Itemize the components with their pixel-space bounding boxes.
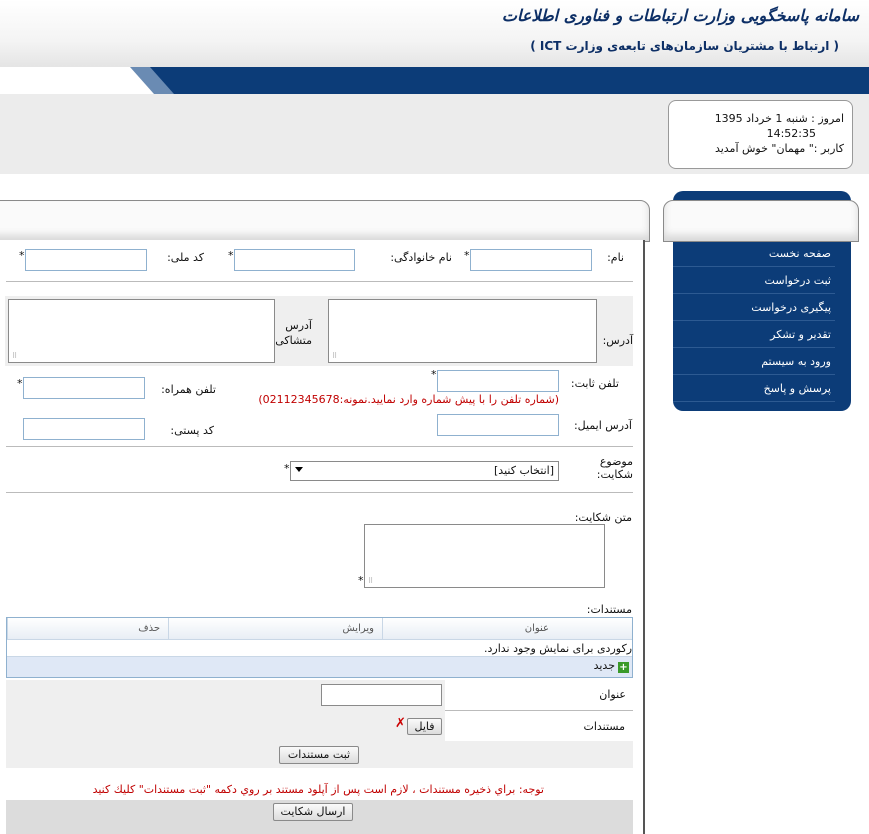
mobile-input[interactable] [23, 377, 145, 399]
complaint-text-label: متن شکایت: [574, 511, 632, 524]
grid-empty-message: رکوردی برای نمایش وجود ندارد. [484, 642, 632, 655]
name-input[interactable] [470, 249, 592, 271]
menu-item-home[interactable]: صفحه نخست [673, 240, 835, 267]
menu-item-submit-request[interactable]: ثبت درخواست [673, 267, 835, 294]
save-documents-button[interactable]: ثبت مستندات [279, 746, 359, 764]
site-title: سامانه پاسخگویی وزارت ارتباطات و فناوری … [501, 6, 859, 25]
mobile-label: تلفن همراه: [161, 383, 216, 396]
documents-grid-footer [7, 656, 632, 677]
divider [6, 281, 633, 282]
plus-icon: + [618, 662, 629, 673]
divider [6, 492, 633, 493]
mobile-required-mark: * [17, 377, 23, 390]
add-document-button[interactable]: +جدید [594, 659, 629, 673]
origin-address-label: آدرس متشاکی: [271, 319, 313, 347]
complaint-required-mark: * [358, 574, 364, 587]
origin-address-textarea[interactable]: ⠿ [8, 299, 275, 363]
postal-code-label: کد پستی: [170, 424, 214, 437]
resize-grip-icon[interactable]: ⠿ [12, 352, 17, 360]
national-id-label: کد ملی: [167, 251, 204, 264]
clear-file-icon[interactable]: ✗ [395, 716, 406, 731]
phone-required-mark: * [431, 368, 437, 381]
side-menu-header [663, 200, 859, 242]
submit-complaint-button[interactable]: ارسال شکایت [273, 803, 353, 821]
family-required-mark: * [228, 249, 234, 262]
complaint-textarea[interactable]: ⠿ [364, 524, 605, 588]
file-button[interactable]: فایل [407, 718, 442, 735]
doc-title-label: عنوان [599, 688, 626, 701]
subject-label: موضوع شکایت: [596, 455, 633, 481]
national-id-input[interactable] [25, 249, 147, 271]
menu-item-login[interactable]: ورود به سیستم [673, 348, 835, 375]
menu-item-appreciation[interactable]: تقدیر و تشکر [673, 321, 835, 348]
menu-item-faq[interactable]: پرسش و پاسخ [673, 375, 835, 402]
name-required-mark: * [464, 249, 470, 262]
family-input[interactable] [234, 249, 355, 271]
postal-code-input[interactable] [23, 418, 145, 440]
chevron-down-icon[interactable] [295, 467, 303, 472]
subject-select[interactable]: [انتخاب کنید] [290, 461, 559, 481]
divider [445, 710, 633, 711]
email-input[interactable] [437, 414, 559, 436]
menu-item-track-request[interactable]: پیگیری درخواست [673, 294, 835, 321]
date-text: امروز : شنبه 1 خرداد 1395 [714, 112, 844, 125]
grid-column-title[interactable]: عنوان [382, 618, 632, 640]
email-label: آدرس ایمیل: [573, 419, 632, 432]
family-label: نام خانوادگی: [390, 251, 452, 264]
grid-column-delete[interactable]: حذف [7, 618, 168, 640]
add-document-label: جدید [593, 659, 615, 672]
site-subtitle: ( ارتباط با مشتریان سازمان‌های تابعه‌ی و… [530, 39, 839, 53]
time-text: 14:52:35 [766, 127, 816, 140]
phone-input[interactable] [437, 370, 559, 392]
doc-file-label: مستندات [583, 720, 625, 733]
phone-hint: (شماره تلفن را با پیش شماره وارد نمایید.… [258, 393, 559, 406]
subject-required-mark: * [284, 462, 290, 475]
address-label: آدرس: [602, 334, 633, 347]
phone-label: تلفن ثابت: [570, 377, 619, 390]
upload-note: توجه: براي ذخيره مستندات ، لازم است پس ا… [92, 783, 544, 796]
resize-grip-icon[interactable]: ⠿ [368, 577, 373, 585]
doc-title-input[interactable] [321, 684, 442, 706]
user-greeting: کاربر :" مهمان" خوش آمدید [714, 142, 844, 155]
national-id-required-mark: * [19, 249, 25, 262]
documents-label: مستندات: [586, 603, 632, 616]
grid-column-edit[interactable]: ویرایش [168, 618, 382, 640]
resize-grip-icon[interactable]: ⠿ [332, 352, 337, 360]
session-info-box: امروز : شنبه 1 خرداد 1395 14:52:35 کاربر… [668, 100, 853, 169]
divider [6, 446, 633, 447]
address-textarea[interactable]: ⠿ [328, 299, 597, 363]
name-label: نام: [607, 251, 624, 264]
form-panel-header [0, 200, 650, 242]
header-band-blue [150, 67, 869, 94]
